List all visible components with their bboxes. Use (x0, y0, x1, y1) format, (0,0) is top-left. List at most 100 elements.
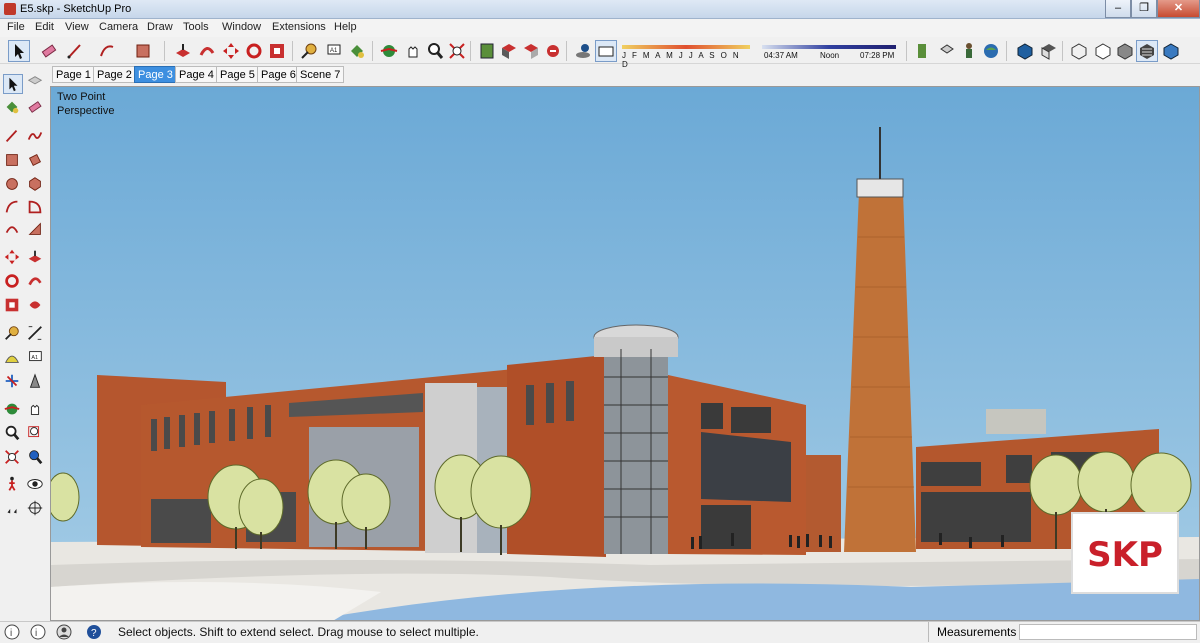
select-icon[interactable] (3, 74, 23, 94)
menu-camera[interactable]: Camera (99, 21, 138, 33)
paint-bucket-icon[interactable] (3, 98, 23, 118)
section-plane-icon[interactable] (912, 40, 934, 62)
maximize-button[interactable]: ❐ (1131, 0, 1157, 18)
pan-icon[interactable] (26, 400, 46, 420)
arc-icon[interactable] (96, 40, 118, 62)
tab-page-1[interactable]: Page 1 (52, 66, 95, 83)
building-render (51, 87, 1199, 620)
pencil-icon[interactable] (64, 40, 86, 62)
previous-view-icon[interactable] (26, 448, 46, 468)
arc-icon[interactable] (3, 198, 23, 218)
line-icon[interactable] (3, 127, 23, 147)
menu-window[interactable]: Window (222, 21, 261, 33)
shaded-textures-icon[interactable] (1136, 40, 1158, 62)
paint-icon[interactable] (346, 40, 368, 62)
look-around-icon[interactable] (26, 475, 46, 495)
section-display-icon[interactable] (936, 40, 958, 62)
iso-view-icon[interactable] (1014, 40, 1036, 62)
position-camera-icon[interactable] (3, 499, 23, 519)
toolbar-separator (164, 41, 165, 61)
orbit-icon[interactable] (378, 40, 400, 62)
geolocation-icon[interactable] (980, 40, 1002, 62)
zoom-window-icon[interactable] (26, 424, 46, 444)
rotate-icon[interactable] (3, 272, 23, 292)
sketchup-app-icon (4, 3, 16, 15)
dimension-icon[interactable] (26, 324, 46, 344)
info-icon[interactable]: i (4, 624, 20, 640)
eraser-icon[interactable] (38, 40, 60, 62)
protractor-icon[interactable] (3, 348, 23, 368)
top-view-icon[interactable] (1038, 40, 1060, 62)
section-plane-icon[interactable] (26, 499, 46, 519)
shadow-month-slider[interactable]: J F M A M J J A S O N D (622, 41, 752, 69)
move-icon[interactable] (3, 248, 23, 268)
help-icon[interactable]: ? (86, 624, 102, 640)
polygon-icon[interactable] (26, 175, 46, 195)
close-button[interactable]: ✕ (1157, 0, 1200, 18)
shaded-icon[interactable] (1114, 40, 1136, 62)
menu-edit[interactable]: Edit (35, 21, 54, 33)
shadows-icon[interactable] (572, 40, 594, 62)
pan-icon[interactable] (402, 40, 424, 62)
rectangle-icon[interactable] (132, 40, 154, 62)
tab-scene-7[interactable]: Scene 7 (296, 66, 345, 83)
zoom-extents-icon[interactable] (3, 448, 23, 468)
tab-page-5[interactable]: Page 5 (216, 66, 259, 83)
axes-icon[interactable] (3, 372, 23, 392)
text-icon[interactable]: A1 (322, 40, 344, 62)
measurements-input[interactable] (1019, 624, 1197, 640)
pushpull-icon[interactable] (172, 40, 194, 62)
walk-icon[interactable] (3, 475, 23, 495)
wireframe-icon[interactable] (1068, 40, 1090, 62)
tape-measure-icon[interactable] (3, 324, 23, 344)
offset-icon[interactable] (26, 296, 46, 316)
pushpull-icon[interactable] (26, 248, 46, 268)
scale-icon[interactable] (3, 296, 23, 316)
credits-icon[interactable]: i (30, 624, 46, 640)
freehand-icon[interactable] (26, 127, 46, 147)
three-point-arc-icon[interactable] (3, 220, 23, 240)
tab-page-4[interactable]: Page 4 (175, 66, 218, 83)
3d-text-icon[interactable] (26, 372, 46, 392)
rectangle-icon[interactable] (3, 151, 23, 171)
zoom-extents-icon[interactable] (446, 40, 468, 62)
fog-icon[interactable] (595, 40, 617, 62)
menu-draw[interactable]: Draw (147, 21, 173, 33)
circle-icon[interactable] (3, 175, 23, 195)
share-model-icon[interactable] (542, 40, 564, 62)
pie-icon[interactable] (26, 198, 46, 218)
orbit-icon[interactable] (3, 400, 23, 420)
scale-icon[interactable] (266, 40, 288, 62)
shadow-time-slider[interactable]: 04:37 AM Noon 07:28 PM (762, 41, 898, 61)
menu-tools[interactable]: Tools (183, 21, 209, 33)
menu-help[interactable]: Help (334, 21, 357, 33)
person-icon[interactable] (958, 40, 980, 62)
menu-view[interactable]: View (65, 21, 89, 33)
menu-extensions[interactable]: Extensions (272, 21, 326, 33)
component-icon[interactable] (26, 74, 46, 94)
rotated-rect-icon[interactable] (26, 151, 46, 171)
menu-file[interactable]: File (7, 21, 25, 33)
tab-page-6[interactable]: Page 6 (257, 66, 300, 83)
zoom-icon[interactable] (424, 40, 446, 62)
monochrome-icon[interactable] (1160, 40, 1182, 62)
select-icon[interactable] (8, 40, 30, 62)
minimize-button[interactable]: – (1105, 0, 1131, 18)
modeling-viewport[interactable]: Two Point Perspective SKP (50, 86, 1200, 621)
tab-page-3[interactable]: Page 3 (134, 66, 177, 83)
move-icon[interactable] (220, 40, 242, 62)
zoom-icon[interactable] (3, 424, 23, 444)
components-icon[interactable] (498, 40, 520, 62)
followme-icon[interactable] (26, 272, 46, 292)
scene-icon[interactable] (476, 40, 498, 62)
hidden-line-icon[interactable] (1092, 40, 1114, 62)
tape-icon[interactable] (298, 40, 320, 62)
followme-icon[interactable] (196, 40, 218, 62)
eraser-icon[interactable] (26, 98, 46, 118)
3dwarehouse-icon[interactable] (520, 40, 542, 62)
user-icon[interactable] (56, 624, 72, 640)
pie-slice-icon[interactable] (26, 220, 46, 240)
rotate-icon[interactable] (243, 40, 265, 62)
text-icon[interactable]: A1 (26, 348, 46, 368)
tab-page-2[interactable]: Page 2 (93, 66, 136, 83)
